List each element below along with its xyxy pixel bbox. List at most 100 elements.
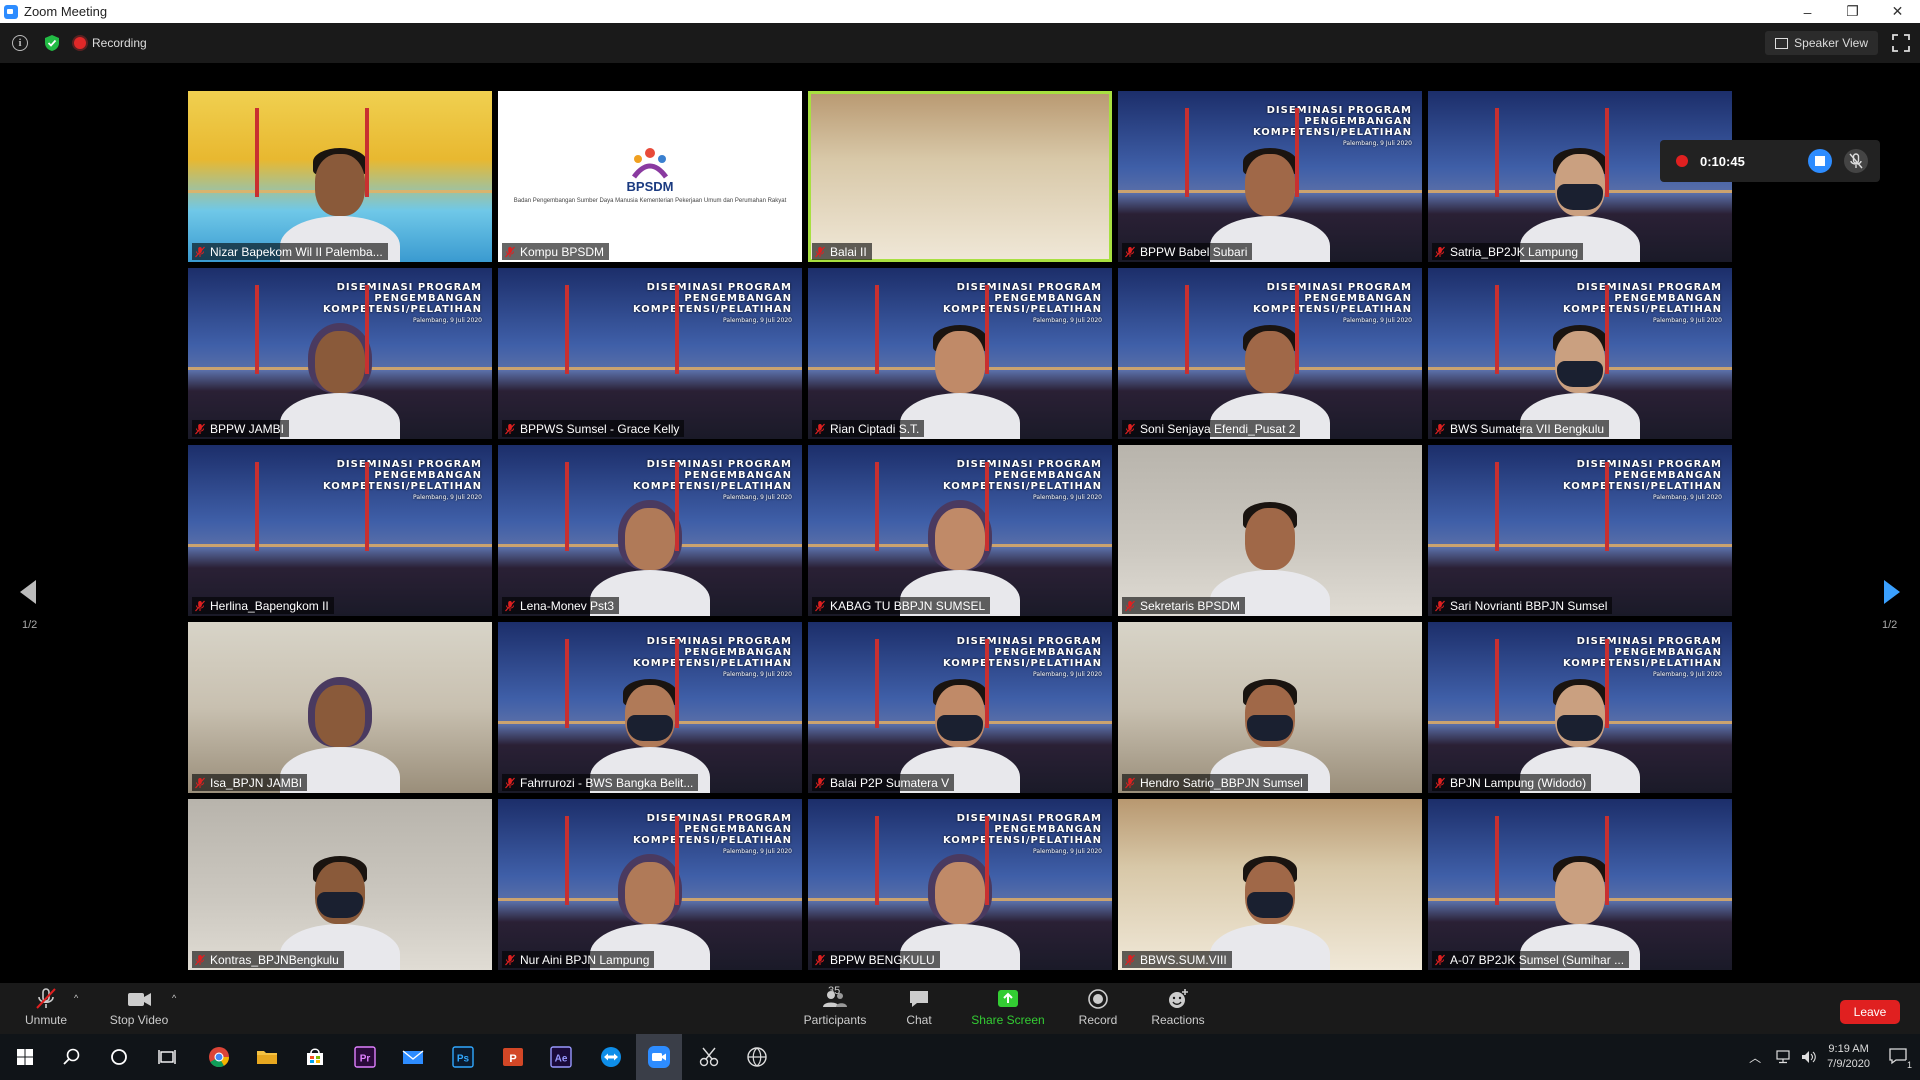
participant-video-tile[interactable]: Sekretaris BPSDM xyxy=(1118,445,1422,616)
participant-name: Sari Novrianti BBPJN Sumsel xyxy=(1450,598,1608,613)
chrome-icon[interactable] xyxy=(204,1042,234,1072)
stop-video-button[interactable]: Stop Video xyxy=(106,987,172,1027)
mic-muted-icon xyxy=(505,954,515,965)
shield-icon[interactable] xyxy=(44,34,60,52)
microsoft-store-icon[interactable] xyxy=(300,1042,330,1072)
leave-meeting-button[interactable]: Leave xyxy=(1840,1000,1900,1024)
teamviewer-icon[interactable] xyxy=(596,1042,626,1072)
mail-icon[interactable] xyxy=(398,1042,428,1072)
participant-name: KABAG TU BBPJN SUMSEL xyxy=(830,598,986,613)
participant-name-tag: BPPW Babel Subari xyxy=(1122,243,1253,260)
participant-video-tile[interactable]: DISEMINASI PROGRAM PENGEMBANGAN KOMPETENSI… xyxy=(808,799,1112,970)
banner-line2: PENGEMBANGAN xyxy=(994,470,1102,481)
volume-icon[interactable] xyxy=(1801,1050,1817,1064)
participant-video-tile[interactable]: BPSDM Badan Pengembangan Sumber Daya Manu… xyxy=(498,91,802,262)
participant-name: BPPWS Sumsel - Grace Kelly xyxy=(520,421,680,436)
participant-video-tile[interactable]: DISEMINASI PROGRAM PENGEMBANGAN KOMPETENSI… xyxy=(498,622,802,793)
tray-chevron-up-icon[interactable]: ︿ xyxy=(1749,1049,1761,1066)
participant-video-tile[interactable]: DISEMINASI PROGRAM PENGEMBANGAN KOMPETENSI… xyxy=(498,268,802,439)
fullscreen-icon[interactable] xyxy=(1892,34,1910,52)
browser-icon[interactable] xyxy=(742,1042,772,1072)
banner-line2: PENGEMBANGAN xyxy=(994,824,1102,835)
participant-video-tile[interactable]: DISEMINASI PROGRAM PENGEMBANGAN KOMPETENSI… xyxy=(1118,268,1422,439)
mic-muted-icon xyxy=(815,777,825,788)
participant-name-tag: BPPW JAMBI xyxy=(192,420,290,437)
mic-muted-icon xyxy=(195,600,205,611)
reactions-smiley-icon xyxy=(1169,989,1188,1008)
speaker-view-button[interactable]: Speaker View xyxy=(1765,31,1878,55)
banner-date: Palembang, 9 Juli 2020 xyxy=(1653,494,1722,501)
info-icon[interactable]: i xyxy=(12,35,28,51)
windows-taskbar: Pr Ps P Ae ︿ 9:19 AM 7/9/2020 1 xyxy=(0,1034,1920,1080)
after-effects-icon[interactable]: Ae xyxy=(546,1042,576,1072)
next-page-arrow-icon[interactable] xyxy=(1882,578,1902,606)
participant-video-tile[interactable]: DISEMINASI PROGRAM PENGEMBANGAN KOMPETENSI… xyxy=(1428,622,1732,793)
participant-video-tile[interactable]: Hendro Satrio_BBPJN Sumsel xyxy=(1118,622,1422,793)
network-icon[interactable] xyxy=(1775,1050,1791,1064)
participant-video-tile[interactable]: DISEMINASI PROGRAM PENGEMBANGAN KOMPETENSI… xyxy=(498,799,802,970)
cortana-icon[interactable] xyxy=(104,1042,134,1072)
action-center-button[interactable]: 1 xyxy=(1888,1047,1913,1070)
participant-video-tile[interactable]: DISEMINASI PROGRAM PENGEMBANGAN KOMPETENSI… xyxy=(188,268,492,439)
participant-video-tile[interactable]: Kontras_BPJNBengkulu xyxy=(188,799,492,970)
reactions-button[interactable]: Reactions xyxy=(1148,987,1208,1027)
participant-video-tile[interactable]: Isa_BPJN JAMBI xyxy=(188,622,492,793)
audio-options-caret-icon[interactable]: ^ xyxy=(74,993,78,1003)
banner-line1: DISEMINASI PROGRAM xyxy=(336,459,482,470)
participant-name-tag: Fahrrurozi - BWS Bangka Belit... xyxy=(502,774,699,791)
notification-count: 1 xyxy=(1905,1059,1913,1070)
snipping-tool-icon[interactable] xyxy=(694,1042,724,1072)
task-view-icon[interactable] xyxy=(152,1042,182,1072)
file-explorer-icon[interactable] xyxy=(252,1042,282,1072)
premiere-pro-icon[interactable]: Pr xyxy=(350,1042,380,1072)
restore-button[interactable]: ❐ xyxy=(1830,0,1875,23)
unmute-button[interactable]: Unmute xyxy=(22,987,70,1027)
record-button[interactable]: Record xyxy=(1076,987,1120,1027)
participant-video-tile[interactable]: DISEMINASI PROGRAM PENGEMBANGAN KOMPETENSI… xyxy=(1118,91,1422,262)
participant-name-tag: BBWS.SUM.VIII xyxy=(1122,951,1232,968)
participant-video-tile[interactable]: DISEMINASI PROGRAM PENGEMBANGAN KOMPETENSI… xyxy=(808,445,1112,616)
recording-indicator[interactable]: Recording xyxy=(74,36,147,50)
chat-button[interactable]: Chat xyxy=(898,987,940,1027)
participant-video-tile[interactable]: DISEMINASI PROGRAM PENGEMBANGAN KOMPETENSI… xyxy=(808,268,1112,439)
participants-button[interactable]: 35 Participants xyxy=(802,985,868,1027)
mute-mic-button[interactable] xyxy=(1844,149,1868,173)
video-options-caret-icon[interactable]: ^ xyxy=(172,993,176,1003)
zoom-taskbar-icon[interactable] xyxy=(636,1034,682,1080)
banner-line2: PENGEMBANGAN xyxy=(1304,116,1412,127)
banner-line1: DISEMINASI PROGRAM xyxy=(1576,282,1722,293)
event-banner: DISEMINASI PROGRAM PENGEMBANGAN KOMPETENSI… xyxy=(1563,459,1722,503)
participant-name: Kontras_BPJNBengkulu xyxy=(210,952,339,967)
previous-page-arrow-icon[interactable] xyxy=(18,578,38,606)
banner-line1: DISEMINASI PROGRAM xyxy=(336,282,482,293)
participant-name-tag: Sekretaris BPSDM xyxy=(1122,597,1246,614)
participant-video-tile[interactable]: A-07 BP2JK Sumsel (Sumihar ... xyxy=(1428,799,1732,970)
powerpoint-icon[interactable]: P xyxy=(498,1042,528,1072)
participant-video-tile[interactable]: Balai II xyxy=(808,91,1112,262)
participant-video-tile[interactable]: DISEMINASI PROGRAM PENGEMBANGAN KOMPETENSI… xyxy=(498,445,802,616)
participant-video-tile[interactable]: DISEMINASI PROGRAM PENGEMBANGAN KOMPETENSI… xyxy=(1428,445,1732,616)
windows-start-icon[interactable] xyxy=(10,1042,40,1072)
video-gallery: 1/2 1/2 Nizar Bapekom Wil II Palemba... B… xyxy=(0,63,1920,983)
mic-muted-icon xyxy=(815,246,825,257)
bpsdm-subtitle: Badan Pengembangan Sumber Daya Manusia K… xyxy=(513,198,787,204)
photoshop-icon[interactable]: Ps xyxy=(448,1042,478,1072)
stop-recording-button[interactable] xyxy=(1808,149,1832,173)
participant-video-tile[interactable]: BBWS.SUM.VIII xyxy=(1118,799,1422,970)
minimize-button[interactable]: – xyxy=(1785,0,1830,23)
participant-video-tile[interactable]: Nizar Bapekom Wil II Palemba... xyxy=(188,91,492,262)
mic-muted-icon xyxy=(195,777,205,788)
close-button[interactable]: ✕ xyxy=(1875,0,1920,23)
taskbar-clock[interactable]: 9:19 AM 7/9/2020 xyxy=(1827,1042,1870,1072)
mic-muted-icon xyxy=(1125,777,1135,788)
participant-video-tile[interactable]: DISEMINASI PROGRAM PENGEMBANGAN KOMPETENSI… xyxy=(188,445,492,616)
participant-video-tile[interactable]: DISEMINASI PROGRAM PENGEMBANGAN KOMPETENSI… xyxy=(1428,268,1732,439)
participant-name-tag: Herlina_Bapengkom II xyxy=(192,597,334,614)
participant-name: BPPW JAMBI xyxy=(210,421,285,436)
search-icon[interactable] xyxy=(56,1042,86,1072)
participant-video-tile[interactable]: DISEMINASI PROGRAM PENGEMBANGAN KOMPETENSI… xyxy=(808,622,1112,793)
banner-line2: PENGEMBANGAN xyxy=(1304,293,1412,304)
participant-name-tag: Sari Novrianti BBPJN Sumsel xyxy=(1432,597,1613,614)
participant-name-tag: Lena-Monev Pst3 xyxy=(502,597,620,614)
share-screen-button[interactable]: Share Screen xyxy=(968,987,1048,1027)
